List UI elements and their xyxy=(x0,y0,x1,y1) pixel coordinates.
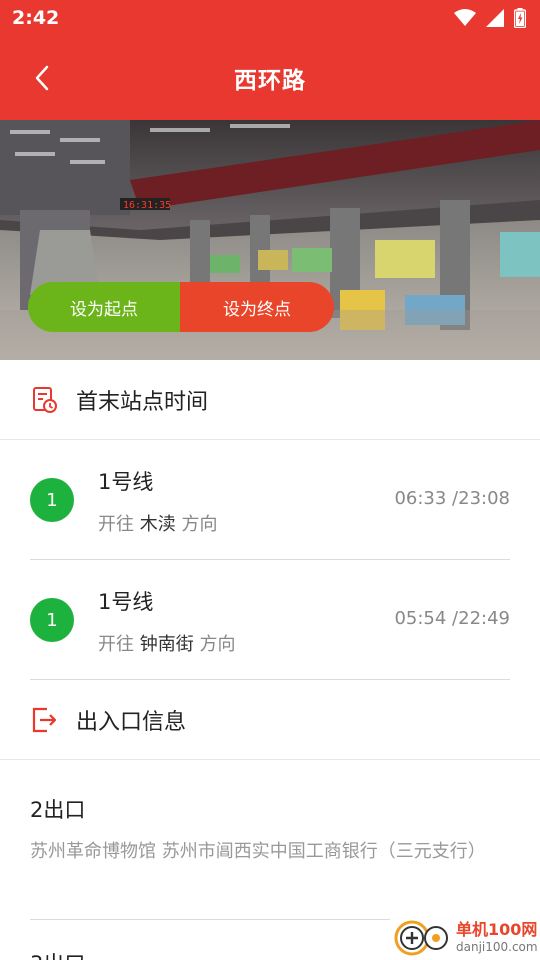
exit-icon xyxy=(30,705,60,735)
exit-name: 2出口 xyxy=(30,798,86,822)
status-bar: 2:42 xyxy=(0,0,540,36)
first-last-times: 05:54 /22:49 xyxy=(394,608,510,629)
schedule-icon xyxy=(30,385,60,415)
set-as-end-button[interactable]: 设为终点 xyxy=(180,282,334,332)
battery-icon xyxy=(514,8,526,28)
direction-prefix: 开往 xyxy=(98,514,134,535)
chevron-left-icon xyxy=(35,65,49,91)
line-badge: 1 xyxy=(30,598,74,642)
app-bar: 西环路 xyxy=(0,36,540,120)
watermark: 单机100网 danji100.com xyxy=(390,914,540,960)
watermark-name: 单机100网 xyxy=(456,919,538,939)
direction-station: 木渎 xyxy=(139,514,176,535)
line-schedule-row[interactable]: 1 1号线 开往 钟南街 方向 05:54 /22:49 xyxy=(30,560,510,680)
line-name: 1号线 xyxy=(98,590,154,614)
wifi-icon xyxy=(454,9,476,27)
exits-section-header: 出入口信息 xyxy=(0,680,540,760)
direction-station: 钟南街 xyxy=(139,634,194,655)
exit-name: 3出口 xyxy=(30,948,85,960)
set-route-buttons: 设为起点 设为终点 xyxy=(28,282,334,332)
set-as-start-button[interactable]: 设为起点 xyxy=(28,282,180,332)
direction-suffix: 方向 xyxy=(181,514,218,535)
exit-item[interactable]: 2出口 苏州革命博物馆 苏州市阊西实中国工商银行（三元支行） xyxy=(30,760,510,920)
back-button[interactable] xyxy=(24,60,60,96)
page-title: 西环路 xyxy=(234,68,306,94)
status-icons xyxy=(454,8,526,28)
direction-prefix: 开往 xyxy=(98,634,134,655)
watermark-logo-icon xyxy=(394,920,448,956)
line-direction: 开往 钟南街 方向 xyxy=(98,630,235,656)
direction-suffix: 方向 xyxy=(199,634,236,655)
exit-description: 苏州革命博物馆 苏州市阊西实中国工商银行（三元支行） xyxy=(30,841,486,862)
watermark-domain: danji100.com xyxy=(456,939,538,954)
line-schedule-row[interactable]: 1 1号线 开往 木渎 方向 06:33 /23:08 xyxy=(30,440,510,560)
svg-text:16:31:35: 16:31:35 xyxy=(123,200,171,211)
cell-signal-icon xyxy=(486,9,504,27)
schedule-section-title: 首末站点时间 xyxy=(76,389,209,415)
status-time: 2:42 xyxy=(12,7,60,29)
schedule-section-header: 首末站点时间 xyxy=(0,360,540,440)
line-name: 1号线 xyxy=(98,470,154,494)
line-badge: 1 xyxy=(30,478,74,522)
first-last-times: 06:33 /23:08 xyxy=(394,488,510,509)
line-direction: 开往 木渎 方向 xyxy=(98,510,217,536)
exits-section-title: 出入口信息 xyxy=(76,709,187,735)
